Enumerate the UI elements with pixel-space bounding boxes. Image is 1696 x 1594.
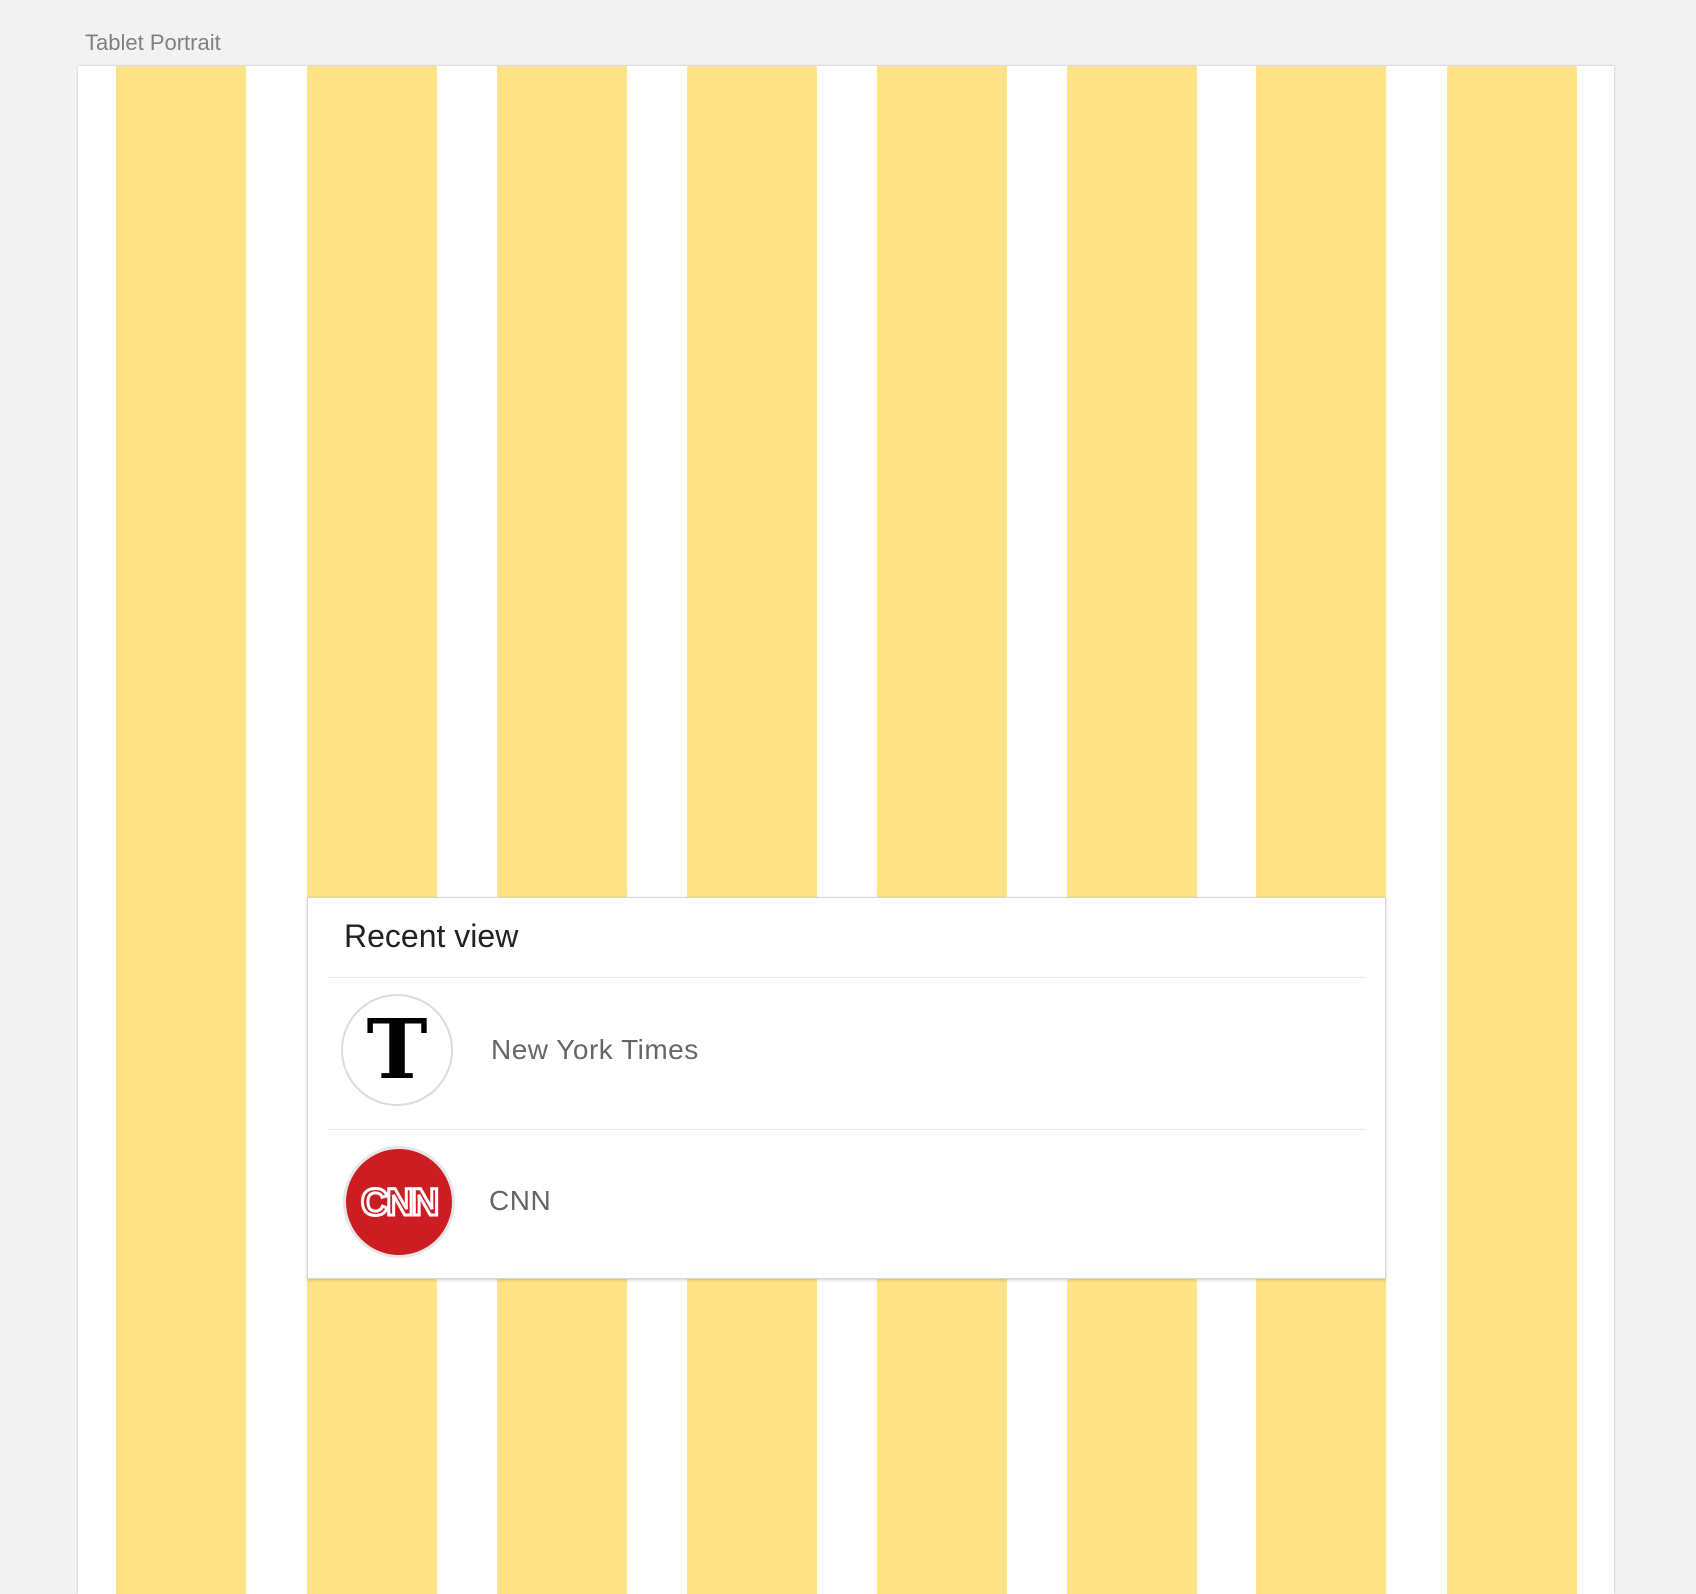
list-item-cnn[interactable]: CNN CNN	[327, 1130, 1366, 1282]
grid-column	[116, 66, 246, 1594]
recent-view-card: Recent view T New York Times CNN CNN	[307, 897, 1386, 1279]
nyt-logo-icon: T	[341, 994, 453, 1106]
grid-column	[687, 66, 817, 1594]
grid-column	[1447, 66, 1577, 1594]
grid-column	[307, 66, 437, 1594]
list-item-label: New York Times	[491, 1034, 699, 1065]
card-title: Recent view	[344, 918, 519, 954]
list-item-label: CNN	[489, 1185, 552, 1216]
grid-column	[1067, 66, 1197, 1594]
grid-column	[877, 66, 1007, 1594]
artboard-tablet-portrait	[78, 66, 1614, 1594]
grid-column	[1256, 66, 1386, 1594]
cnn-logo-icon: CNN	[343, 1146, 455, 1258]
nyt-logo-glyph: T	[366, 1002, 427, 1098]
cnn-logo-glyph: CNN	[361, 1182, 437, 1224]
list-item-new-york-times[interactable]: T New York Times	[327, 978, 1366, 1130]
artboard-label: Tablet Portrait	[85, 30, 221, 55]
grid-column	[497, 66, 627, 1594]
